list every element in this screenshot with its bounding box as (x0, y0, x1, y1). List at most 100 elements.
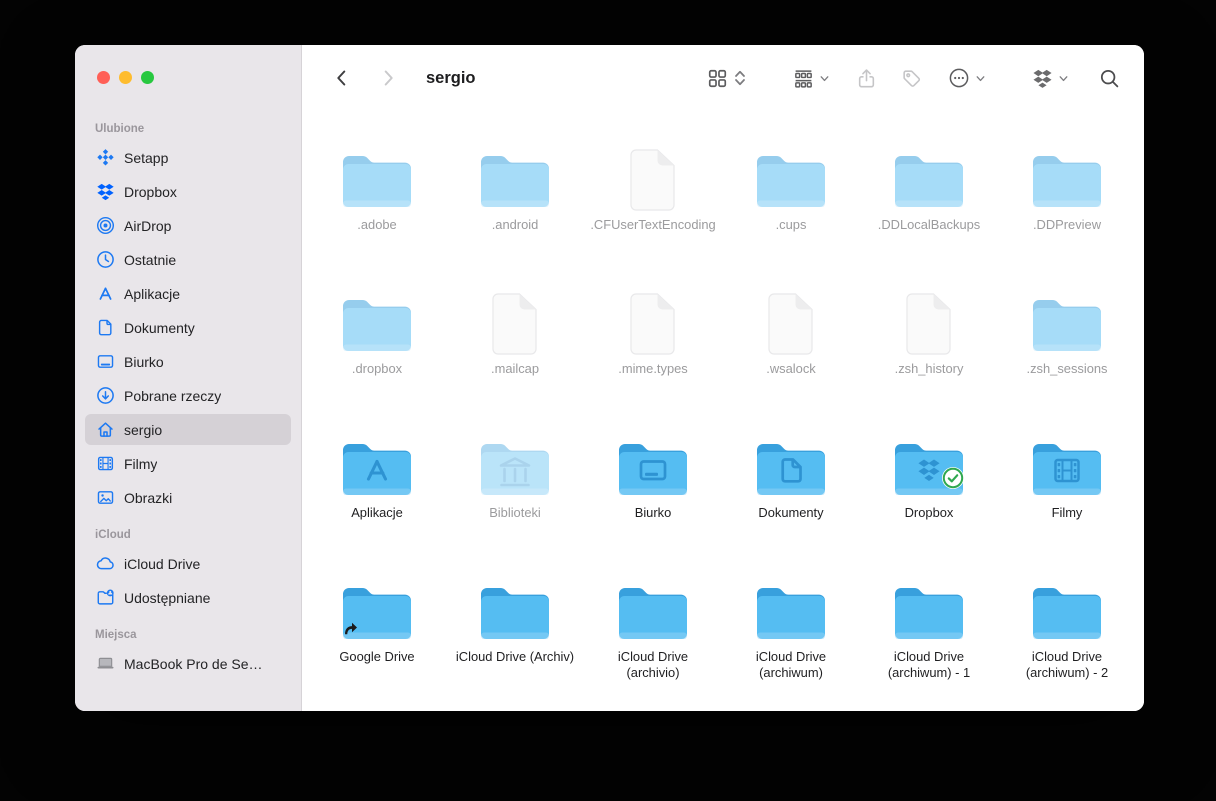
sidebar-item-icloud-drive[interactable]: iCloud Drive (85, 548, 291, 579)
sidebar-item-label: Obrazki (124, 489, 173, 506)
dropbox-icon (95, 181, 116, 202)
more-actions-button[interactable] (948, 67, 970, 89)
icon-view-button[interactable] (707, 68, 728, 89)
dropbox-toolbar-button[interactable] (1032, 68, 1053, 89)
film-icon (95, 453, 116, 474)
sidebar-item-label: Dropbox (124, 183, 177, 200)
folder-item-android[interactable]: .android (446, 146, 584, 290)
item-label: .DDPreview (1032, 217, 1102, 232)
group-chevron-button[interactable] (819, 73, 830, 84)
folder-item-ddpreview[interactable]: .DDPreview (998, 146, 1136, 290)
item-label: iCloud Drive (archiwum) - 2 (1025, 649, 1109, 680)
sidebar-item-setapp[interactable]: Setapp (85, 142, 291, 173)
sidebar-item-udostepniane[interactable]: Udostępniane (85, 582, 291, 613)
file-item-mailcap[interactable]: .mailcap (446, 290, 584, 434)
more-chevron-button[interactable] (975, 73, 986, 84)
shared-folder-icon (95, 587, 116, 608)
folder-icon (339, 578, 415, 644)
file-item-mime-types[interactable]: .mime.types (584, 290, 722, 434)
file-item-cfusertextencoding[interactable]: .CFUserTextEncoding (584, 146, 722, 290)
sidebar-section-header-miejsca: Miejsca (95, 629, 137, 641)
sidebar-item-label: iCloud Drive (124, 555, 201, 572)
forward-button[interactable] (378, 68, 398, 88)
folder-item-aplikacje[interactable]: Aplikacje (308, 434, 446, 578)
item-label: .CFUserTextEncoding (590, 217, 716, 232)
sidebar-item-macbook-pro-de-se[interactable]: MacBook Pro de Se… (85, 648, 291, 679)
close-window-button[interactable] (97, 71, 110, 84)
tag-button[interactable] (901, 68, 922, 89)
folder-item-google-drive[interactable]: Google Drive (308, 578, 446, 711)
item-label: .adobe (357, 217, 397, 232)
sidebar-item-pobrane-rzeczy[interactable]: Pobrane rzeczy (85, 380, 291, 411)
sidebar-item-airdrop[interactable]: AirDrop (85, 210, 291, 241)
folder-item-cups[interactable]: .cups (722, 146, 860, 290)
main-pane: sergio .adobe .android .CFUserTextEncodi… (302, 45, 1144, 711)
sidebar-item-obrazki[interactable]: Obrazki (85, 482, 291, 513)
dropbox-chevron-button[interactable] (1058, 73, 1069, 84)
item-label: .mailcap (491, 361, 539, 376)
document-icon (95, 317, 116, 338)
sidebar-item-label: Setapp (124, 149, 169, 166)
folder-item-icloud-drive-archiv[interactable]: iCloud Drive (Archiv) (446, 578, 584, 711)
folder-item-icloud-drive-archivio[interactable]: iCloud Drive (archivio) (584, 578, 722, 711)
item-label: .android (491, 217, 539, 232)
dropbox-icon (1033, 69, 1052, 88)
home-icon (95, 419, 116, 440)
toolbar: sergio (302, 45, 1144, 111)
sidebar-item-filmy[interactable]: Filmy (85, 448, 291, 479)
folder-item-icloud-drive-archiwum-2[interactable]: iCloud Drive (archiwum) - 2 (998, 578, 1136, 711)
folder-item-zsh-sessions[interactable]: .zsh_sessions (998, 290, 1136, 434)
folder-icon (891, 434, 967, 500)
appstore-icon (95, 283, 116, 304)
synced-check-icon (941, 466, 965, 490)
sidebar-item-label: sergio (124, 421, 163, 438)
sidebar-item-sergio[interactable]: sergio (85, 414, 291, 445)
item-label: Biurko (634, 505, 672, 520)
minimize-window-button[interactable] (119, 71, 132, 84)
folder-item-biblioteki[interactable]: Biblioteki (446, 434, 584, 578)
sidebar-item-label: Biurko (124, 353, 164, 370)
folder-item-biurko[interactable]: Biurko (584, 434, 722, 578)
chevron-left-icon (337, 70, 346, 86)
folder-item-adobe[interactable]: .adobe (308, 146, 446, 290)
item-label: Dokumenty (758, 505, 824, 520)
zoom-window-button[interactable] (141, 71, 154, 84)
laptop-icon (95, 653, 116, 674)
sidebar-item-dokumenty[interactable]: Dokumenty (85, 312, 291, 343)
clock-icon (95, 249, 116, 270)
file-item-wsalock[interactable]: .wsalock (722, 290, 860, 434)
chevron-down-icon (976, 75, 985, 81)
file-item-zsh-history[interactable]: .zsh_history (860, 290, 998, 434)
sidebar-item-label: Dokumenty (124, 319, 195, 336)
share-button[interactable] (856, 68, 877, 89)
folder-item-filmy[interactable]: Filmy (998, 434, 1136, 578)
sidebar-item-biurko[interactable]: Biurko (85, 346, 291, 377)
back-button[interactable] (332, 68, 352, 88)
share-icon (858, 68, 875, 87)
sidebar-item-ostatnie[interactable]: Ostatnie (85, 244, 291, 275)
item-label: .mime.types (618, 361, 688, 376)
sidebar-sections: Ulubione Setapp Dropbox AirDrop Ostatnie Apli… (75, 45, 301, 679)
file-grid: .adobe .android .CFUserTextEncoding .cup… (302, 111, 1144, 711)
item-label: Aplikacje (351, 505, 403, 520)
sort-chevrons-icon (735, 70, 745, 86)
search-icon (1100, 69, 1119, 87)
folder-item-dokumenty[interactable]: Dokumenty (722, 434, 860, 578)
sidebar-item-aplikacje[interactable]: Aplikacje (85, 278, 291, 309)
search-button[interactable] (1099, 68, 1120, 89)
desktop-icon (95, 351, 116, 372)
sidebar-item-dropbox[interactable]: Dropbox (85, 176, 291, 207)
group-by-button[interactable] (793, 68, 814, 89)
view-sort-chevrons-button[interactable] (733, 69, 747, 87)
icon-view-icon (708, 69, 727, 87)
photo-icon (95, 487, 116, 508)
folder-item-dropbox[interactable]: .dropbox (308, 290, 446, 434)
folder-item-icloud-drive-archiwum-1[interactable]: iCloud Drive (archiwum) - 1 (860, 578, 998, 711)
folder-item-ddlocalbackups[interactable]: .DDLocalBackups (860, 146, 998, 290)
folder-icon (615, 434, 691, 500)
folder-item-icloud-drive-archiwum[interactable]: iCloud Drive (archiwum) (722, 578, 860, 711)
folder-item-dropbox[interactable]: Dropbox (860, 434, 998, 578)
airdrop-icon (95, 215, 116, 236)
folder-icon (1029, 290, 1105, 356)
file-icon (615, 290, 691, 356)
